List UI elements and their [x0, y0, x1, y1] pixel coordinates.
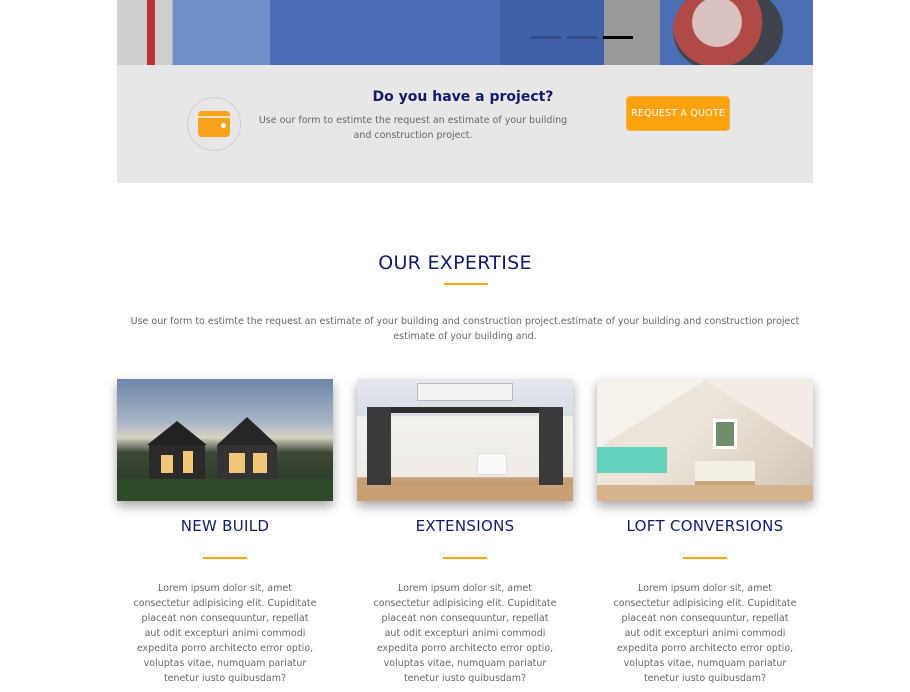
- loft-bed: [695, 461, 755, 487]
- card-text: Lorem ipsum dolor sit, amet consectetur …: [133, 583, 317, 684]
- house-body: [217, 445, 277, 479]
- wallet-icon: [198, 111, 230, 137]
- card-title[interactable]: LOFT CONVERSIONS: [597, 517, 813, 535]
- house-roof: [217, 417, 277, 445]
- extension-roof-window: [417, 383, 513, 401]
- slider-dot-1[interactable]: [531, 36, 561, 39]
- page: Do you have a project? Use our form to e…: [0, 0, 910, 692]
- expertise-card-extensions: EXTENSIONS Lorem ipsum dolor sit, amet c…: [357, 379, 573, 686]
- hero-slider[interactable]: [117, 0, 813, 65]
- expertise-card-new-build: NEW BUILD Lorem ipsum dolor sit, amet co…: [117, 379, 333, 686]
- project-banner: Do you have a project? Use our form to e…: [117, 65, 813, 183]
- banner-title: Do you have a project?: [372, 89, 554, 105]
- house-window: [161, 455, 173, 473]
- house-lawn: [117, 479, 333, 501]
- card-title[interactable]: NEW BUILD: [117, 517, 333, 535]
- extensions-image[interactable]: [357, 379, 573, 501]
- card-text: Lorem ipsum dolor sit, amet consectetur …: [613, 583, 797, 684]
- house-window: [229, 453, 245, 473]
- hero-image-detail: [147, 0, 155, 65]
- expertise-card-loft-conversions: LOFT CONVERSIONS Lorem ipsum dolor sit, …: [597, 379, 813, 686]
- slider-dot-3[interactable]: [603, 36, 633, 39]
- banner-text: Use our form to estimte the request an e…: [258, 115, 568, 141]
- loft-window: [713, 419, 737, 449]
- kitchen-counter: [477, 453, 507, 475]
- loft-teal-wall: [597, 447, 667, 473]
- card-underline: [443, 557, 487, 559]
- house-window: [253, 453, 267, 473]
- card-underline: [683, 557, 727, 559]
- title-underline: [444, 283, 488, 285]
- wallet-icon-circle: [187, 97, 241, 151]
- card-underline: [203, 557, 247, 559]
- hero-image-detail: [673, 0, 783, 65]
- slider-dots: [531, 36, 633, 39]
- section-intro: Use our form to estimte the request an e…: [130, 316, 800, 342]
- new-build-image[interactable]: [117, 379, 333, 501]
- slider-dot-2[interactable]: [567, 36, 597, 39]
- house-body: [149, 445, 205, 479]
- card-text: Lorem ipsum dolor sit, amet consectetur …: [373, 583, 557, 684]
- loft-floor: [597, 485, 813, 501]
- loft-slope: [597, 379, 707, 449]
- house-window: [183, 451, 193, 473]
- loft-conversions-image[interactable]: [597, 379, 813, 501]
- extension-floor: [357, 485, 573, 501]
- section-title: OUR EXPERTISE: [378, 252, 532, 274]
- card-title[interactable]: EXTENSIONS: [357, 517, 573, 535]
- house-roof: [147, 421, 207, 445]
- request-quote-button[interactable]: REQUEST A QUOTE: [626, 96, 730, 131]
